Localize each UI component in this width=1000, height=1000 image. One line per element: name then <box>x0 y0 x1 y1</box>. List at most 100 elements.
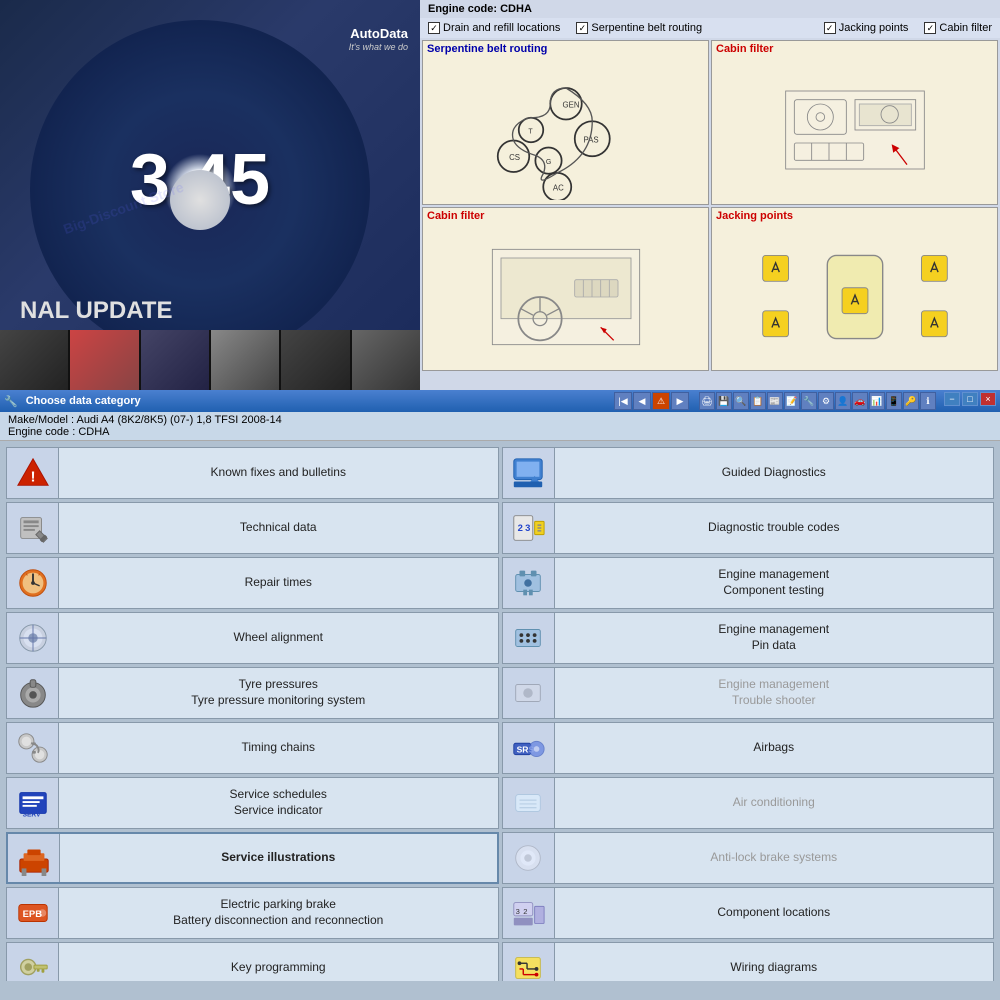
cd-inner-circle <box>170 170 230 230</box>
engine-pin-icon <box>503 613 555 663</box>
service-illus-label: Service illustrations <box>60 834 497 882</box>
svg-text:2: 2 <box>518 523 523 534</box>
key-prog-label: Key programming <box>59 943 498 981</box>
strip-6 <box>352 330 420 390</box>
checkbox-jacking-box[interactable]: ✓ <box>824 22 836 34</box>
nav-next[interactable]: ▶ <box>671 392 689 410</box>
wheel-align-icon <box>7 613 59 663</box>
air-cond-icon <box>503 778 555 828</box>
known-fixes-label: Known fixes and bulletins <box>59 448 498 498</box>
checkbox-cabin-box[interactable]: ✓ <box>924 22 936 34</box>
checkbox-belt-box[interactable]: ✓ <box>576 22 588 34</box>
nav-first[interactable]: |◀ <box>614 392 632 410</box>
cd-strip <box>0 330 420 390</box>
abs-icon <box>503 833 555 883</box>
airbags-icon: SRS <box>503 723 555 773</box>
epb-item[interactable]: EPB Electric parking brakeBattery discon… <box>6 887 499 939</box>
tb-10[interactable]: 🚗 <box>852 392 868 410</box>
strip-3 <box>141 330 209 390</box>
maximize-btn[interactable]: □ <box>962 392 978 406</box>
air-cond-label: Air conditioning <box>555 778 994 828</box>
engine-comp-label: Engine managementComponent testing <box>555 558 994 608</box>
engine-trouble-label: Engine managementTrouble shooter <box>555 668 994 718</box>
service-illus-item[interactable]: Service illustrations <box>6 832 499 884</box>
checkbox-drain[interactable]: ✓ Drain and refill locations <box>428 22 560 34</box>
service-sched-label: Service schedulesService indicator <box>59 778 498 828</box>
tb-9[interactable]: 👤 <box>835 392 851 410</box>
tb-12[interactable]: 📱 <box>886 392 902 410</box>
svg-text:SERV: SERV <box>22 811 41 818</box>
window-controls: |◀ ◀ ⚠ ▶ 🖨 💾 🔍 📋 📰 📝 🔧 ⚙ 👤 🚗 📊 📱 <box>612 392 996 410</box>
cd-area: 3.45 AutoData It's what we do NAL UPDATE… <box>0 0 420 390</box>
repair-times-item[interactable]: Repair times <box>6 557 499 609</box>
engine-pin-item[interactable]: Engine managementPin data <box>502 612 995 664</box>
repair-times-icon <box>7 558 59 608</box>
tb-14[interactable]: ℹ <box>920 392 936 410</box>
tyre-press-label: Tyre pressuresTyre pressure monitoring s… <box>59 668 498 718</box>
dtc-item[interactable]: 2 3 Diagnostic trouble codes <box>502 502 995 554</box>
tb-1[interactable]: 🖨 <box>699 392 715 410</box>
make-model-bar: Make/Model : Audi A4 (8K2/8K5) (07-) 1,8… <box>0 412 1000 441</box>
wheel-align-item[interactable]: Wheel alignment <box>6 612 499 664</box>
engine-pin-label: Engine managementPin data <box>555 613 994 663</box>
tb-11[interactable]: 📊 <box>869 392 885 410</box>
service-illus-icon <box>8 834 60 882</box>
dtc-label: Diagnostic trouble codes <box>555 503 994 553</box>
checkbox-cabin[interactable]: ✓ Cabin filter <box>924 22 992 34</box>
epb-label: Electric parking brakeBattery disconnect… <box>59 888 498 938</box>
comp-loc-item[interactable]: 3 2 Component locations <box>502 887 995 939</box>
timing-item[interactable]: Timing chains <box>6 722 499 774</box>
engine-comp-item[interactable]: Engine managementComponent testing <box>502 557 995 609</box>
guided-diag-label: Guided Diagnostics <box>555 448 994 498</box>
wiring-item[interactable]: Wiring diagrams <box>502 942 995 981</box>
guided-diag-item[interactable]: Guided Diagnostics <box>502 447 995 499</box>
cd-brand: AutoData <box>350 26 408 41</box>
tyre-press-item[interactable]: Tyre pressuresTyre pressure monitoring s… <box>6 667 499 719</box>
wheel-align-label: Wheel alignment <box>59 613 498 663</box>
tech-data-item[interactable]: Technical data <box>6 502 499 554</box>
checkbox-drain-box[interactable]: ✓ <box>428 22 440 34</box>
key-prog-icon <box>7 943 59 981</box>
service-sched-item[interactable]: SERV Service schedulesService indicator <box>6 777 499 829</box>
strip-5 <box>281 330 349 390</box>
app-window: 🔧 Choose data category |◀ ◀ ⚠ ▶ 🖨 💾 🔍 📋 … <box>0 390 1000 1000</box>
engine-comp-icon <box>503 558 555 608</box>
cabin-filter-cell-2[interactable]: Cabin filter <box>422 207 709 372</box>
tech-data-label: Technical data <box>59 503 498 553</box>
cabin-filter-cell-1[interactable]: Cabin filter <box>711 40 998 205</box>
engine-trouble-icon <box>503 668 555 718</box>
svg-text:CS: CS <box>509 153 520 162</box>
titlebar-text: Choose data category <box>26 395 608 407</box>
titlebar: 🔧 Choose data category |◀ ◀ ⚠ ▶ 🖨 💾 🔍 📋 … <box>0 390 1000 412</box>
strip-1 <box>0 330 68 390</box>
tb-7[interactable]: 🔧 <box>801 392 817 410</box>
tb-2[interactable]: 💾 <box>716 392 732 410</box>
minimize-btn[interactable]: − <box>944 392 960 406</box>
cd-tagline: It's what we do <box>349 42 408 52</box>
tb-8[interactable]: ⚙ <box>818 392 834 410</box>
air-cond-item[interactable]: Air conditioning <box>502 777 995 829</box>
tb-3[interactable]: 🔍 <box>733 392 749 410</box>
engine-trouble-item[interactable]: Engine managementTrouble shooter <box>502 667 995 719</box>
belt-diagram-cell[interactable]: Serpentine belt routing GEN T CS G PAS <box>422 40 709 205</box>
strip-2 <box>70 330 138 390</box>
airbags-item[interactable]: SRS Airbags <box>502 722 995 774</box>
checkbox-belt[interactable]: ✓ Serpentine belt routing <box>576 22 702 34</box>
tb-13[interactable]: 🔑 <box>903 392 919 410</box>
known-fixes-item[interactable]: ! Known fixes and bulletins <box>6 447 499 499</box>
nav-prev[interactable]: ◀ <box>633 392 651 410</box>
abs-item[interactable]: Anti-lock brake systems <box>502 832 995 884</box>
wiring-label: Wiring diagrams <box>555 943 994 981</box>
close-btn[interactable]: × <box>980 392 996 406</box>
tb-4[interactable]: 📋 <box>750 392 766 410</box>
service-sched-icon: SERV <box>7 778 59 828</box>
tb-6[interactable]: 📝 <box>784 392 800 410</box>
tb-5[interactable]: 📰 <box>767 392 783 410</box>
checkbox-jacking[interactable]: ✓ Jacking points <box>824 22 909 34</box>
key-prog-item[interactable]: Key programming <box>6 942 499 981</box>
nav-warn[interactable]: ⚠ <box>652 392 670 410</box>
jacking-points-cell[interactable]: Jacking points <box>711 207 998 372</box>
svg-text:3: 3 <box>516 907 520 916</box>
engine-code-bar: Engine code: CDHA <box>420 0 1000 18</box>
svg-text:T: T <box>528 129 533 136</box>
